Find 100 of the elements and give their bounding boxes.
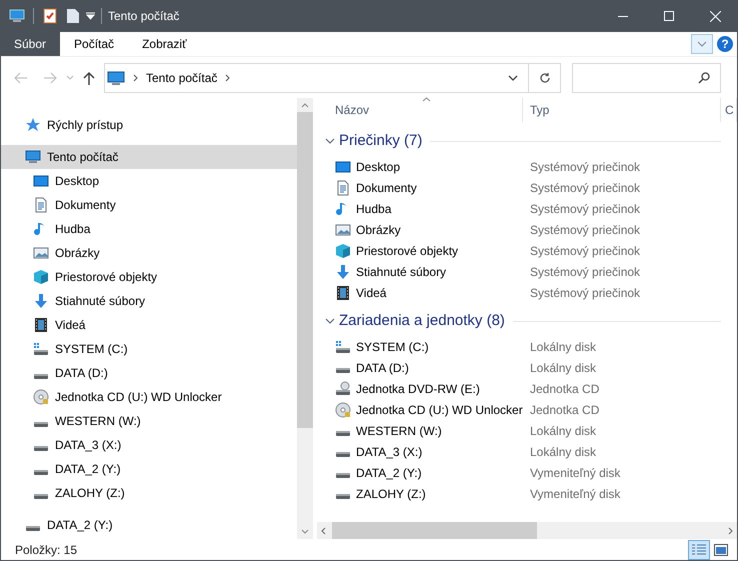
tree-item[interactable]: DATA_3 (X:) (1, 433, 297, 457)
file-item[interactable]: Priestorové objekty (317, 242, 523, 260)
breadcrumb[interactable]: Tento počítač (146, 68, 218, 86)
new-file-icon[interactable] (66, 8, 80, 24)
tree-item[interactable]: Tento počítač (1, 145, 297, 169)
drive-icon (336, 452, 350, 457)
scroll-left-icon[interactable] (321, 526, 326, 534)
table-cell-text: Lokálny disk (530, 338, 596, 356)
tree-item[interactable]: DATA_2 (Y:) (1, 457, 297, 481)
drive-icon (33, 341, 49, 357)
table-cell-text: Vymeniteľný disk (530, 486, 620, 502)
tree-item[interactable]: DATA (D:) (1, 361, 297, 385)
file-item[interactable]: Desktop (317, 158, 523, 176)
checklist-icon[interactable] (42, 8, 58, 24)
table-cell-text: Vymeniteľný disk (530, 464, 620, 482)
film-icon (335, 284, 351, 300)
tree-item[interactable]: Rýchly prístup (1, 113, 297, 137)
computer-icon (107, 70, 125, 86)
file-item[interactable]: WESTERN (W:) (317, 422, 523, 440)
file-item[interactable]: Obrázky (317, 220, 523, 238)
tree-item[interactable]: Hudba (1, 217, 297, 241)
column-header[interactable]: Názov (335, 101, 370, 119)
refresh-icon (538, 72, 550, 84)
document-icon (33, 197, 49, 213)
file-item[interactable]: Hudba (317, 200, 523, 218)
file-item[interactable]: DATA_3 (X:) (317, 442, 523, 460)
table-cell-text: Systémový priečinok (530, 264, 640, 280)
computer-icon (25, 149, 41, 165)
refresh-button[interactable] (529, 62, 561, 92)
list-icon (692, 544, 706, 556)
collapse-ribbon-button[interactable] (691, 34, 713, 54)
close-icon (710, 10, 720, 22)
cube-icon (33, 269, 49, 285)
drive-icon (335, 338, 351, 354)
drive-icon (336, 368, 350, 373)
table-cell-text: Lokálny disk (530, 360, 596, 376)
table-cell-text: Lokálny disk (530, 422, 596, 440)
film-icon (33, 317, 49, 333)
group-heading[interactable]: Priečinky (7) (339, 130, 422, 152)
down-arrow-icon (335, 264, 351, 280)
file-item[interactable]: Dokumenty (317, 178, 523, 196)
search-icon (698, 72, 710, 84)
disc-icon (335, 402, 351, 418)
scroll-right-icon[interactable] (728, 526, 733, 534)
column-header[interactable]: Typ (530, 101, 550, 119)
tree-item[interactable]: Videá (1, 313, 297, 337)
up-arrow-icon[interactable] (83, 70, 95, 84)
file-item[interactable]: Jednotka CD (U:) WD Unlocker (317, 400, 523, 418)
drive-icon (34, 494, 48, 498)
disc-icon (33, 389, 49, 405)
drive-icon (336, 473, 350, 478)
collapse-chevron-icon[interactable] (325, 138, 335, 144)
scroll-down-icon[interactable] (301, 529, 309, 534)
tree-item[interactable]: Priestorové objekty (1, 265, 297, 289)
chevron-icon[interactable] (225, 74, 230, 82)
search-field[interactable] (572, 62, 721, 92)
column-header[interactable]: C (725, 101, 734, 119)
cube-icon (335, 242, 351, 258)
drive-icon (34, 470, 48, 474)
file-item[interactable]: ZALOHY (Z:) (317, 484, 523, 502)
file-item[interactable]: SYSTEM (C:) (317, 338, 523, 356)
file-item[interactable]: DATA_2 (Y:) (317, 464, 523, 482)
table-cell-text: Systémový priečinok (530, 200, 640, 218)
collapse-chevron-icon[interactable] (325, 318, 335, 324)
caret-icon[interactable] (508, 74, 518, 80)
group-heading[interactable]: Zariadenia a jednotky (8) (339, 310, 505, 332)
file-item[interactable]: DATA (D:) (317, 358, 523, 376)
tree-item[interactable]: Stiahnuté súbory (1, 289, 297, 313)
star-icon (25, 117, 41, 133)
drive-icon (336, 494, 350, 499)
tree-item[interactable]: WESTERN (W:) (1, 409, 297, 433)
tree-item[interactable]: DATA_2 (Y:) (1, 513, 297, 537)
tree-item[interactable]: SYSTEM (C:) (1, 337, 297, 361)
table-cell-text: Systémový priečinok (530, 180, 640, 196)
tree-item[interactable]: Obrázky (1, 241, 297, 265)
tree-item[interactable]: ZALOHY (Z:) (1, 481, 297, 505)
desktop-icon (335, 158, 351, 174)
ribbon-tab[interactable]: Zobraziť (128, 32, 201, 56)
help-button[interactable]: ? (717, 36, 733, 52)
window-icon (714, 544, 728, 556)
tree-item[interactable]: Dokumenty (1, 193, 297, 217)
ribbon-tab[interactable]: Počítač (60, 32, 128, 56)
scroll-up-icon[interactable] (301, 103, 309, 108)
address-field[interactable]: Tento počítač (104, 62, 529, 92)
file-item[interactable]: Jednotka DVD-RW (E:) (317, 380, 523, 398)
table-cell-text: Jednotka CD (530, 380, 600, 398)
table-cell-text: Jednotka CD (530, 402, 600, 418)
computer-icon[interactable] (9, 8, 25, 24)
table-cell-text: Systémový priečinok (530, 242, 640, 260)
details-view-button[interactable] (688, 540, 710, 560)
horizontal-scrollbar[interactable] (317, 522, 737, 539)
vertical-scrollbar[interactable] (297, 98, 313, 539)
file-item[interactable]: Stiahnuté súbory (317, 262, 523, 280)
file-item[interactable]: Videá (317, 284, 523, 302)
disc-drive-icon (335, 380, 351, 396)
tree-item[interactable]: Jednotka CD (U:) WD Unlocker (1, 385, 297, 409)
drive-icon (336, 431, 350, 436)
down-arrow-icon (33, 293, 49, 309)
tree-item[interactable]: Desktop (1, 169, 297, 193)
chevron-icon[interactable] (133, 74, 138, 82)
